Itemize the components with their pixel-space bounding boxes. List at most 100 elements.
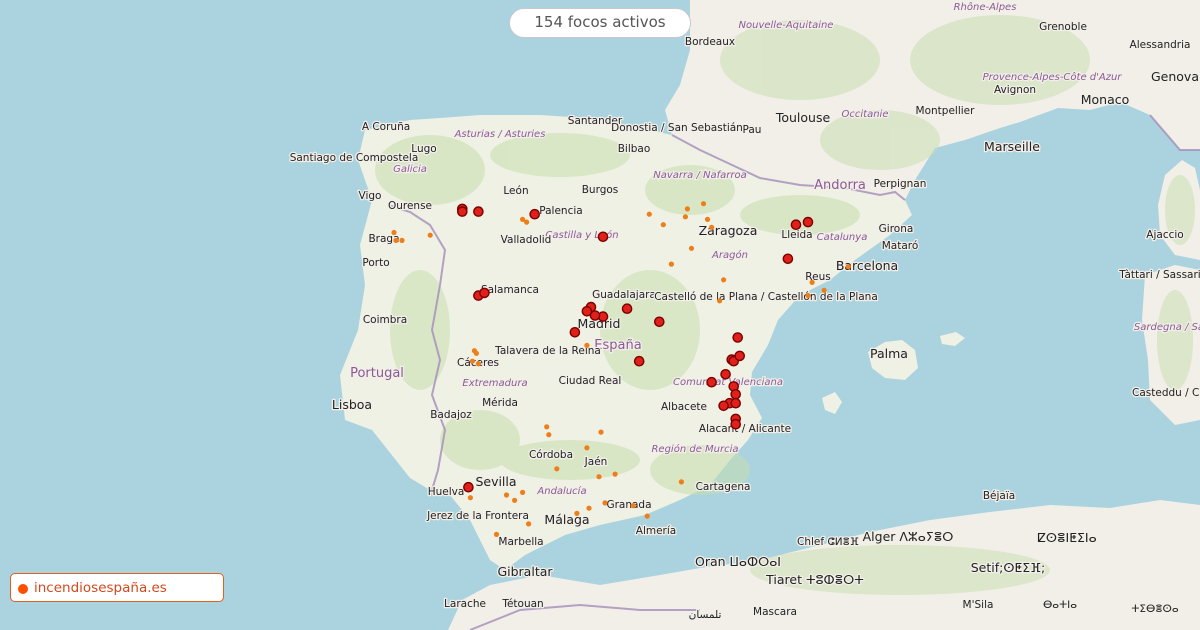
fire-marker-minor[interactable] bbox=[586, 505, 592, 511]
fire-marker-major[interactable] bbox=[621, 303, 633, 315]
city-donostia: Donostia / San Sebastián bbox=[611, 122, 743, 134]
city-montpellier: Montpellier bbox=[916, 105, 976, 117]
city-tebessa: ⵜⵉⴱⴻⵙⴰ bbox=[1131, 603, 1179, 615]
city-avignon: Avignon bbox=[994, 84, 1036, 96]
fire-marker-minor[interactable] bbox=[660, 222, 666, 228]
fire-marker-minor[interactable] bbox=[596, 474, 602, 480]
brand-text: incendiosespaña.es bbox=[34, 579, 167, 596]
city-palma: Palma bbox=[870, 346, 908, 361]
fire-marker-major[interactable] bbox=[473, 206, 484, 217]
fire-marker-minor[interactable] bbox=[821, 287, 827, 293]
fire-marker-major[interactable] bbox=[654, 316, 665, 328]
fire-marker-minor[interactable] bbox=[845, 264, 851, 270]
fire-marker-major[interactable] bbox=[730, 388, 742, 400]
fire-marker-minor[interactable] bbox=[399, 237, 405, 243]
fire-marker-minor[interactable] bbox=[493, 531, 500, 538]
fire-marker-minor[interactable] bbox=[393, 237, 399, 243]
fire-marker-minor[interactable] bbox=[668, 261, 675, 267]
fire-marker-major[interactable] bbox=[633, 355, 645, 367]
city-tlemcen: تلمسان bbox=[689, 609, 722, 621]
fire-marker-major[interactable] bbox=[790, 219, 802, 230]
city-porto: Porto bbox=[362, 257, 389, 269]
city-oran: Oran ⵡⴰⵀⵔⴰⵏ bbox=[695, 554, 781, 569]
city-guadalajara: Guadalajara bbox=[592, 289, 656, 301]
city-msila: M'Sila bbox=[963, 599, 994, 611]
fire-marker-minor[interactable] bbox=[503, 492, 510, 498]
city-cordoba: Córdoba bbox=[529, 449, 573, 461]
fire-marker-major[interactable] bbox=[569, 326, 581, 338]
fire-marker-major[interactable] bbox=[730, 418, 742, 430]
city-salamanca: Salamanca bbox=[481, 284, 539, 296]
map[interactable]: Nouvelle-Aquitaine Occitanie Provence-Al… bbox=[0, 0, 1200, 630]
label-galicia: Galicia bbox=[393, 164, 427, 175]
city-almeria: Almería bbox=[636, 525, 676, 537]
fire-marker-minor[interactable] bbox=[646, 211, 652, 217]
fire-marker-minor[interactable] bbox=[721, 277, 727, 283]
city-gibraltar: Gibraltar bbox=[497, 564, 553, 579]
fire-marker-major[interactable] bbox=[456, 206, 468, 217]
fire-marker-minor[interactable] bbox=[574, 510, 580, 516]
fire-marker-minor[interactable] bbox=[630, 503, 636, 509]
city-lleida: Lleida bbox=[781, 229, 812, 241]
fire-marker-minor[interactable] bbox=[554, 466, 560, 472]
fire-marker-minor[interactable] bbox=[511, 497, 518, 503]
fire-marker-minor[interactable] bbox=[469, 358, 475, 364]
fire-marker-minor[interactable] bbox=[475, 361, 481, 367]
city-toulouse: Toulouse bbox=[775, 110, 831, 125]
fire-marker-minor[interactable] bbox=[805, 293, 811, 299]
fire-marker-major[interactable] bbox=[597, 231, 609, 243]
brand-link[interactable]: incendiosespaña.es bbox=[10, 573, 224, 602]
fire-marker-minor[interactable] bbox=[688, 245, 695, 251]
fire-marker-minor[interactable] bbox=[526, 521, 532, 527]
fire-marker-major[interactable] bbox=[802, 216, 814, 228]
city-marbella: Marbella bbox=[498, 536, 543, 548]
fire-marker-minor[interactable] bbox=[520, 489, 526, 495]
city-reus: Reus bbox=[805, 271, 830, 283]
city-mascara: Mascara bbox=[753, 606, 797, 618]
fire-marker-minor[interactable] bbox=[678, 479, 685, 485]
fire-marker-minor[interactable] bbox=[644, 513, 650, 519]
fire-marker-minor[interactable] bbox=[427, 232, 433, 238]
fire-marker-minor[interactable] bbox=[682, 214, 689, 220]
fire-marker-major[interactable] bbox=[732, 332, 744, 343]
fire-marker-major[interactable] bbox=[730, 397, 742, 409]
label-espana: España bbox=[594, 338, 641, 353]
fire-marker-major[interactable] bbox=[720, 368, 731, 380]
fire-marker-minor[interactable] bbox=[467, 495, 473, 501]
city-badajoz: Badajoz bbox=[430, 409, 472, 421]
fire-marker-minor[interactable] bbox=[602, 500, 608, 506]
fire-marker-minor[interactable] bbox=[704, 216, 711, 222]
city-barcelona: Barcelona bbox=[836, 258, 898, 273]
fire-marker-major[interactable] bbox=[718, 400, 729, 412]
fire-marker-minor[interactable] bbox=[546, 432, 552, 438]
label-navarra: Navarra / Nafarroa bbox=[653, 170, 746, 181]
fire-marker-major[interactable] bbox=[479, 287, 490, 299]
fire-marker-minor[interactable] bbox=[391, 229, 397, 236]
label-aragon: Aragón bbox=[711, 249, 748, 261]
fire-marker-major[interactable] bbox=[463, 481, 474, 493]
city-sassari: Tàttari / Sassari bbox=[1118, 269, 1200, 281]
fire-marker-minor[interactable] bbox=[809, 279, 815, 285]
fire-marker-major[interactable] bbox=[782, 253, 794, 265]
city-bejaia: Béjaïa bbox=[983, 490, 1015, 502]
fire-marker-minor[interactable] bbox=[709, 224, 715, 230]
fire-marker-minor[interactable] bbox=[473, 350, 479, 356]
fire-marker-minor[interactable] bbox=[717, 298, 723, 304]
fire-marker-minor[interactable] bbox=[684, 206, 691, 212]
fire-marker-minor[interactable] bbox=[598, 429, 604, 435]
fire-marker-minor[interactable] bbox=[584, 445, 590, 451]
fire-marker-major[interactable] bbox=[706, 376, 717, 388]
fire-marker-major[interactable] bbox=[589, 310, 601, 321]
fire-marker-minor[interactable] bbox=[612, 471, 618, 477]
fire-marker-major[interactable] bbox=[734, 350, 746, 362]
fire-marker-minor[interactable] bbox=[584, 342, 590, 348]
city-alger: Alger ⴷⵣⴰⵢⴻⵔ bbox=[863, 529, 954, 544]
city-cartagena: Cartagena bbox=[696, 481, 751, 493]
fire-marker-major[interactable] bbox=[529, 208, 541, 220]
label-extremadura: Extremadura bbox=[462, 378, 527, 389]
fire-marker-minor[interactable] bbox=[544, 424, 550, 430]
fire-marker-minor[interactable] bbox=[700, 201, 707, 207]
city-alessandria: Alessandria bbox=[1130, 39, 1191, 51]
city-perpignan: Perpignan bbox=[874, 178, 927, 190]
fire-marker-minor[interactable] bbox=[524, 219, 530, 225]
